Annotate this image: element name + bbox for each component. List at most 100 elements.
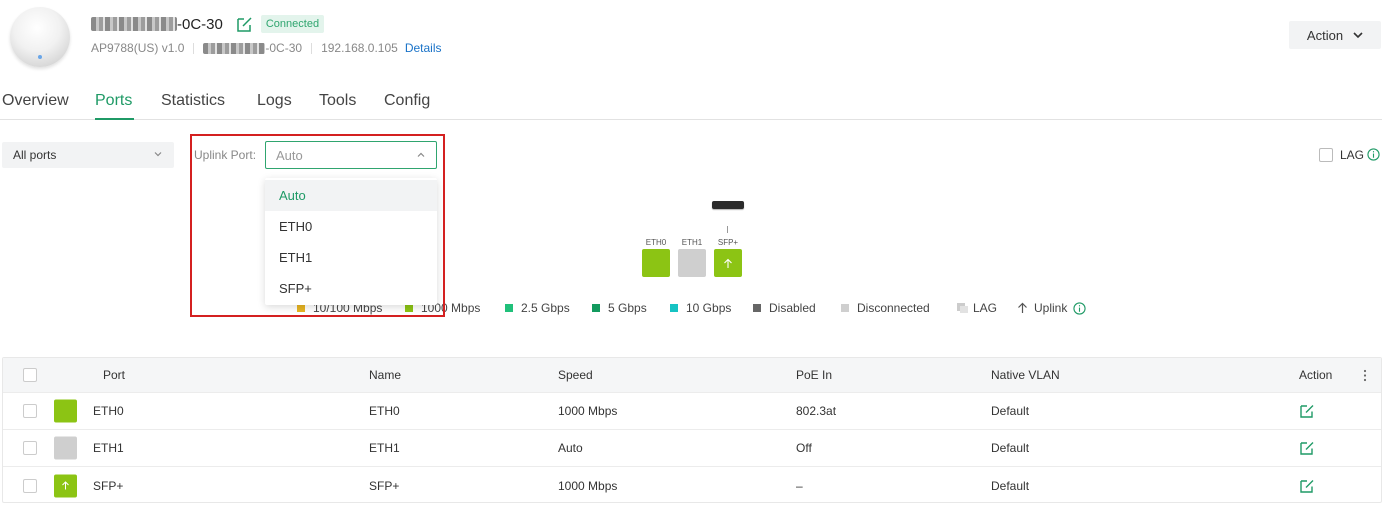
column-header-native-vlan[interactable]: Native VLAN — [991, 368, 1060, 382]
lag-checkbox[interactable] — [1319, 148, 1333, 162]
port-status-icon — [54, 474, 77, 497]
chevron-down-icon — [1353, 31, 1363, 38]
dropdown-option-eth1[interactable]: ETH1 — [265, 242, 437, 273]
legend-label: LAG — [973, 301, 998, 315]
lag-label: LAG — [1340, 148, 1365, 162]
tab-overview[interactable]: Overview — [2, 92, 69, 110]
cell-poe-in: – — [796, 478, 803, 493]
edit-name-icon[interactable] — [235, 15, 253, 33]
legend-swatch — [297, 304, 305, 312]
device-led — [38, 55, 42, 59]
diagram-port-label: ETH0 — [645, 238, 667, 247]
cell-port: ETH0 — [93, 404, 124, 418]
ports-table: Port Name Speed PoE In Native VLAN Actio… — [2, 357, 1382, 503]
cell-poe-in: Off — [796, 441, 812, 455]
cell-native-vlan: Default — [991, 478, 1030, 493]
diagram-port-label: SFP+ — [717, 238, 739, 247]
status-badge: Connected — [260, 15, 325, 33]
cell-name: ETH1 — [369, 441, 400, 455]
dropdown-option-eth0[interactable]: ETH0 — [265, 211, 437, 242]
tab-config[interactable]: Config — [384, 92, 430, 110]
legend-swatch — [592, 304, 600, 312]
divider — [311, 42, 313, 54]
all-ports-select[interactable]: All ports — [2, 142, 174, 168]
device-mac-suffix: -0C-30 — [265, 41, 303, 55]
chevron-down-icon — [154, 152, 162, 157]
column-header-action: Action — [1299, 368, 1333, 382]
diagram-port-eth0[interactable] — [642, 249, 670, 277]
legend-label: 2.5 Gbps — [521, 301, 570, 315]
info-icon[interactable] — [1367, 148, 1380, 161]
edit-icon[interactable] — [1299, 440, 1315, 456]
dropdown-option-sfp[interactable]: SFP+ — [265, 273, 437, 304]
diagram-port-eth1[interactable] — [678, 249, 706, 277]
device-name: -0C-30 Connected — [91, 15, 325, 33]
info-icon[interactable] — [1073, 301, 1086, 315]
tab-logs[interactable]: Logs — [257, 92, 292, 110]
row-checkbox[interactable] — [23, 441, 37, 455]
table-row: SFP+ SFP+ 1000 Mbps – Default — [3, 467, 1381, 504]
tab-bar: Overview Ports Statistics Logs Tools Con… — [0, 90, 1382, 120]
lag-icon — [957, 303, 968, 313]
table-header: Port Name Speed PoE In Native VLAN Actio… — [3, 358, 1381, 393]
column-settings-icon[interactable] — [1363, 369, 1367, 382]
tab-ports[interactable]: Ports — [95, 92, 132, 110]
uplink-arrow-icon — [1018, 302, 1027, 313]
device-info-line: AP9788(US) v1.0 -0C-30 192.168.0.105 Det… — [91, 41, 442, 55]
cell-speed: 1000 Mbps — [558, 478, 618, 493]
cell-name: ETH0 — [369, 404, 400, 418]
divider — [193, 42, 195, 54]
column-header-poe-in[interactable]: PoE In — [796, 368, 832, 382]
active-tab-indicator — [95, 118, 134, 120]
uplink-port-select[interactable]: Auto — [265, 141, 437, 169]
legend-item: Disconnected — [841, 301, 930, 315]
legend-item: 2.5 Gbps — [505, 301, 570, 315]
legend-label: Disabled — [769, 301, 816, 315]
edit-icon[interactable] — [1299, 478, 1315, 494]
redacted-name — [91, 17, 177, 31]
uplink-port-value: Auto — [276, 147, 303, 163]
action-button-label: Action — [1306, 27, 1344, 43]
uplink-port-label: Uplink Port: — [194, 148, 257, 162]
uplink-arrow-icon — [724, 258, 732, 268]
select-all-checkbox[interactable] — [23, 368, 37, 382]
legend-label: Uplink — [1034, 301, 1068, 315]
legend-label: Disconnected — [857, 301, 930, 315]
device-name-suffix: -0C-30 — [177, 15, 223, 33]
port-status-icon — [54, 399, 77, 423]
tab-tools[interactable]: Tools — [319, 92, 356, 110]
edit-icon[interactable] — [1299, 403, 1315, 419]
table-row: ETH0 ETH0 1000 Mbps 802.3at Default — [3, 393, 1381, 430]
diagram-port-sfp[interactable] — [714, 249, 742, 277]
legend-item: Disabled — [753, 301, 816, 315]
action-button[interactable]: Action — [1289, 21, 1381, 49]
column-header-port[interactable]: Port — [103, 368, 125, 382]
legend-swatch — [670, 304, 678, 312]
uplink-port-dropdown: Auto ETH0 ETH1 SFP+ — [265, 178, 437, 305]
column-header-name[interactable]: Name — [369, 368, 401, 382]
legend-item: Uplink — [1017, 301, 1086, 315]
cell-poe-in: 802.3at — [796, 404, 837, 418]
table-row: ETH1 ETH1 Auto Off Default — [3, 430, 1381, 467]
dropdown-option-auto[interactable]: Auto — [265, 180, 437, 211]
legend-item: 10 Gbps — [670, 301, 731, 315]
device-image — [10, 7, 70, 67]
cell-port: ETH1 — [93, 441, 124, 455]
legend-item: 5 Gbps — [592, 301, 647, 315]
row-checkbox[interactable] — [23, 478, 37, 493]
legend-swatch — [505, 304, 513, 312]
all-ports-value: All ports — [13, 148, 57, 162]
switch-icon — [712, 201, 744, 209]
cell-port: SFP+ — [93, 478, 124, 493]
device-ip: 192.168.0.105 — [321, 41, 398, 55]
row-checkbox[interactable] — [23, 404, 37, 418]
cell-speed: 1000 Mbps — [558, 404, 618, 418]
legend-label: 10 Gbps — [686, 301, 732, 315]
diagram-port-label: ETH1 — [681, 238, 703, 247]
chevron-up-icon — [417, 152, 425, 157]
details-link[interactable]: Details — [405, 41, 442, 55]
tab-statistics[interactable]: Statistics — [161, 92, 225, 110]
legend-swatch — [841, 304, 849, 312]
legend-item: LAG — [957, 301, 997, 315]
column-header-speed[interactable]: Speed — [558, 368, 593, 382]
